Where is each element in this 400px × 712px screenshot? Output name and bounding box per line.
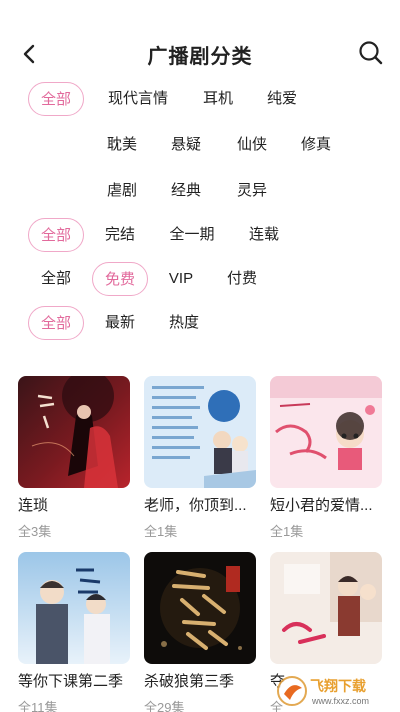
drama-title: 杀破狼第三季 [144, 673, 235, 690]
filter-status-ongoing[interactable]: 连载 [246, 218, 282, 252]
filter-category-angst[interactable]: 虐剧 [104, 174, 140, 208]
drama-card[interactable]: 短小君的爱情... 全1集 [270, 376, 382, 540]
filter-category-cultivation[interactable]: 修真 [298, 128, 334, 162]
search-icon[interactable] [358, 40, 384, 66]
filter-sort-all[interactable]: 全部 [28, 306, 84, 340]
filter-price-vip[interactable]: VIP [166, 262, 196, 296]
watermark-url: www.fxxz.com [311, 696, 369, 706]
filter-category-danmei[interactable]: 耽美 [104, 128, 140, 162]
drama-title: 等你下课第二季 [18, 673, 124, 690]
drama-episodes: 全11集 [18, 700, 58, 712]
filter-category-modern-romance[interactable]: 现代言情 [104, 82, 172, 116]
drama-card[interactable]: 老师，你顶到... 全1集 [144, 376, 256, 540]
filter-category-headphones[interactable]: 耳机 [200, 82, 236, 116]
drama-episodes: 全1集 [144, 524, 178, 539]
drama-card[interactable]: 连琐 全3集 [18, 376, 130, 540]
filter-price-free[interactable]: 免费 [92, 262, 148, 296]
watermark-text: 飞翔下载 [310, 678, 366, 694]
page-title: 广播剧分类 [147, 46, 253, 68]
drama-cover[interactable] [18, 376, 130, 488]
drama-title: 连琐 [18, 497, 49, 514]
drama-episodes: 全3集 [18, 524, 52, 539]
filter-price-all[interactable]: 全部 [38, 262, 74, 296]
filter-category-classic[interactable]: 经典 [168, 174, 204, 208]
watermark-logo: 飞翔下载 www.fxxz.com [276, 674, 394, 708]
drama-cover[interactable] [144, 376, 256, 488]
drama-cover[interactable] [18, 552, 130, 664]
drama-cover[interactable] [270, 552, 382, 664]
drama-card[interactable]: 杀破狼第三季 全29集 [144, 552, 256, 712]
drama-cover[interactable] [270, 376, 382, 488]
drama-episodes: 全29集 [144, 700, 185, 712]
filter-category-mystery[interactable]: 悬疑 [168, 128, 204, 162]
drama-cover[interactable] [144, 552, 256, 664]
filter-category-xianxia[interactable]: 仙侠 [234, 128, 270, 162]
drama-episodes: 全1集 [270, 524, 304, 539]
filter-price-paid[interactable]: 付费 [224, 262, 260, 296]
filter-status-single-episode[interactable]: 全一期 [166, 218, 218, 252]
filter-sort-popular[interactable]: 热度 [166, 306, 202, 340]
filter-category-all[interactable]: 全部 [28, 82, 84, 116]
drama-card[interactable]: 等你下课第二季 全11集 [18, 552, 130, 712]
drama-title: 短小君的爱情... [270, 497, 373, 514]
filter-status-all[interactable]: 全部 [28, 218, 84, 252]
drama-title: 老师，你顶到... [144, 497, 247, 514]
filter-status-completed[interactable]: 完结 [102, 218, 138, 252]
filter-sort-newest[interactable]: 最新 [102, 306, 138, 340]
filter-category-pure-love[interactable]: 纯爱 [264, 82, 300, 116]
filter-category-supernatural[interactable]: 灵异 [234, 174, 270, 208]
